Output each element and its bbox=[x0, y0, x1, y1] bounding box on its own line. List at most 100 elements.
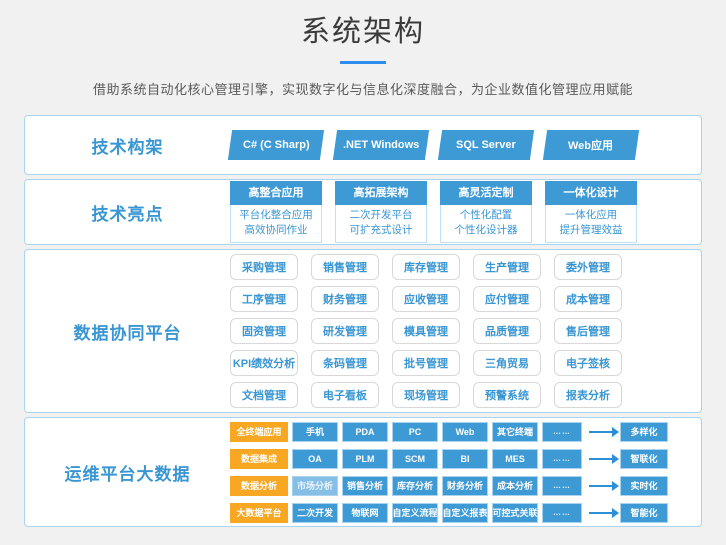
ops-platform-rows: 全终端应用手机PDAPCWeb其它终端……多样化数据集成OAPLMSCMBIME… bbox=[230, 422, 668, 523]
tech-framework-items: C# (C Sharp) .NET Windows SQL Server Web应用 bbox=[230, 130, 637, 160]
module-button: KPI绩效分析 bbox=[230, 350, 298, 376]
ops-more-box: …… bbox=[542, 476, 582, 496]
highlight-card: 一体化设计一体化应用提升管理效益 bbox=[545, 181, 637, 243]
module-button: 售后管理 bbox=[554, 318, 622, 344]
module-button: 批号管理 bbox=[392, 350, 460, 376]
ops-item: 成本分析 bbox=[492, 476, 538, 496]
section-label-col: 运维平台大数据 bbox=[25, 460, 230, 485]
tech-framework-item: Web应用 bbox=[543, 130, 639, 160]
page-subtitle: 借助系统自动化核心管理引擎，实现数字化与信息化深度融合，为企业数值化管理应用赋能 bbox=[0, 79, 726, 98]
module-button: 条码管理 bbox=[311, 350, 379, 376]
highlight-card-title: 高整合应用 bbox=[230, 181, 322, 205]
module-button: 销售管理 bbox=[311, 254, 379, 280]
module-button: 报表分析 bbox=[554, 382, 622, 408]
module-button: 成本管理 bbox=[554, 286, 622, 312]
module-button: 采购管理 bbox=[230, 254, 298, 280]
title-underline bbox=[340, 61, 386, 64]
highlight-card-body: 二次开发平台可扩充式设计 bbox=[335, 205, 427, 243]
ops-item: 物联网 bbox=[342, 503, 388, 523]
tech-framework-item-label: Web应用 bbox=[568, 137, 613, 153]
module-button: 预警系统 bbox=[473, 382, 541, 408]
module-button: 委外管理 bbox=[554, 254, 622, 280]
section-data-platform: 数据协同平台 采购管理销售管理库存管理生产管理委外管理工序管理财务管理应收管理应… bbox=[24, 249, 702, 413]
ops-item: 市场分析 bbox=[292, 476, 338, 496]
module-button: 现场管理 bbox=[392, 382, 460, 408]
module-button: 财务管理 bbox=[311, 286, 379, 312]
highlight-card-body: 一体化应用提升管理效益 bbox=[545, 205, 637, 243]
highlight-card-line2: 高效协同作业 bbox=[231, 223, 321, 238]
highlight-card-line1: 个性化配置 bbox=[441, 208, 531, 223]
ops-row: 大数据平台二次开发物联网自定义流程自定义报表可控式关联…… 智能化 bbox=[230, 503, 668, 523]
ops-result-label: 智联化 bbox=[620, 449, 668, 469]
section-label-col: 数据协同平台 bbox=[25, 319, 230, 344]
ops-more-box: …… bbox=[542, 503, 582, 523]
module-button: 生产管理 bbox=[473, 254, 541, 280]
section-label-col: 技术亮点 bbox=[25, 200, 230, 225]
highlight-card: 高拓展架构二次开发平台可扩充式设计 bbox=[335, 181, 427, 243]
module-button: 模具管理 bbox=[392, 318, 460, 344]
system-architecture-page: 系统架构 借助系统自动化核心管理引擎，实现数字化与信息化深度融合，为企业数值化管… bbox=[0, 0, 726, 545]
tech-framework-item-label: C# (C Sharp) bbox=[243, 139, 310, 151]
module-button: 研发管理 bbox=[311, 318, 379, 344]
ops-item: 销售分析 bbox=[342, 476, 388, 496]
ops-item: 财务分析 bbox=[442, 476, 488, 496]
ops-result-label: 智能化 bbox=[620, 503, 668, 523]
data-platform-label: 数据协同平台 bbox=[74, 324, 182, 343]
tech-framework-item-label: .NET Windows bbox=[343, 139, 419, 151]
ops-item: OA bbox=[292, 449, 338, 469]
page-header: 系统架构 借助系统自动化核心管理引擎，实现数字化与信息化深度融合，为企业数值化管… bbox=[0, 0, 726, 98]
ops-category-label: 大数据平台 bbox=[230, 503, 288, 523]
tech-framework-item: .NET Windows bbox=[333, 130, 429, 160]
highlight-card-line2: 个性化设计器 bbox=[441, 223, 531, 238]
module-button: 三角贸易 bbox=[473, 350, 541, 376]
highlight-card-title: 一体化设计 bbox=[545, 181, 637, 205]
ops-category-label: 数据集成 bbox=[230, 449, 288, 469]
ops-item: Web bbox=[442, 422, 488, 442]
ops-item: 自定义报表 bbox=[442, 503, 488, 523]
highlight-card-title: 高拓展架构 bbox=[335, 181, 427, 205]
tech-framework-item: C# (C Sharp) bbox=[228, 130, 324, 160]
highlight-card-body: 平台化整合应用高效协同作业 bbox=[230, 205, 322, 243]
module-button: 固资管理 bbox=[230, 318, 298, 344]
module-button: 电子看板 bbox=[311, 382, 379, 408]
ops-row: 数据分析市场分析销售分析库存分析财务分析成本分析…… 实时化 bbox=[230, 476, 668, 496]
right-arrow-icon bbox=[589, 512, 613, 514]
ops-row: 数据集成OAPLMSCMBIMES……智联化 bbox=[230, 449, 668, 469]
module-button: 库存管理 bbox=[392, 254, 460, 280]
ops-item: BI bbox=[442, 449, 488, 469]
tech-framework-item-label: SQL Server bbox=[456, 139, 516, 151]
highlight-card-body: 个性化配置个性化设计器 bbox=[440, 205, 532, 243]
ops-item: 其它终端 bbox=[492, 422, 538, 442]
ops-item: 库存分析 bbox=[392, 476, 438, 496]
module-button: 品质管理 bbox=[473, 318, 541, 344]
highlight-card-line1: 一体化应用 bbox=[546, 208, 636, 223]
data-platform-module-grid: 采购管理销售管理库存管理生产管理委外管理工序管理财务管理应收管理应付管理成本管理… bbox=[230, 254, 622, 408]
ops-row: 全终端应用手机PDAPCWeb其它终端……多样化 bbox=[230, 422, 668, 442]
module-button: 电子签核 bbox=[554, 350, 622, 376]
tech-highlight-cards: 高整合应用平台化整合应用高效协同作业高拓展架构二次开发平台可扩充式设计高灵活定制… bbox=[230, 181, 637, 243]
ops-item: PC bbox=[392, 422, 438, 442]
ops-result-label: 实时化 bbox=[620, 476, 668, 496]
highlight-card-line1: 二次开发平台 bbox=[336, 208, 426, 223]
ops-item: 二次开发 bbox=[292, 503, 338, 523]
section-label-col: 技术构架 bbox=[25, 133, 230, 158]
tech-framework-label: 技术构架 bbox=[92, 138, 164, 157]
highlight-card-line2: 提升管理效益 bbox=[546, 223, 636, 238]
highlight-card-line1: 平台化整合应用 bbox=[231, 208, 321, 223]
module-button: 应付管理 bbox=[473, 286, 541, 312]
page-title: 系统架构 bbox=[0, 13, 726, 51]
ops-category-label: 数据分析 bbox=[230, 476, 288, 496]
ops-result-label: 多样化 bbox=[620, 422, 668, 442]
right-arrow-icon bbox=[589, 458, 613, 460]
section-ops-platform: 运维平台大数据 全终端应用手机PDAPCWeb其它终端……多样化数据集成OAPL… bbox=[24, 417, 702, 527]
sections-container: 技术构架 C# (C Sharp) .NET Windows SQL Server W… bbox=[24, 115, 702, 527]
tech-framework-item: SQL Server bbox=[438, 130, 534, 160]
section-tech-framework: 技术构架 C# (C Sharp) .NET Windows SQL Server W… bbox=[24, 115, 702, 175]
tech-highlights-label: 技术亮点 bbox=[92, 205, 164, 224]
ops-item: 自定义流程 bbox=[392, 503, 438, 523]
ops-item: 手机 bbox=[292, 422, 338, 442]
right-arrow-icon bbox=[589, 431, 613, 433]
ops-item: 可控式关联 bbox=[492, 503, 538, 523]
highlight-card-title: 高灵活定制 bbox=[440, 181, 532, 205]
module-button: 工序管理 bbox=[230, 286, 298, 312]
